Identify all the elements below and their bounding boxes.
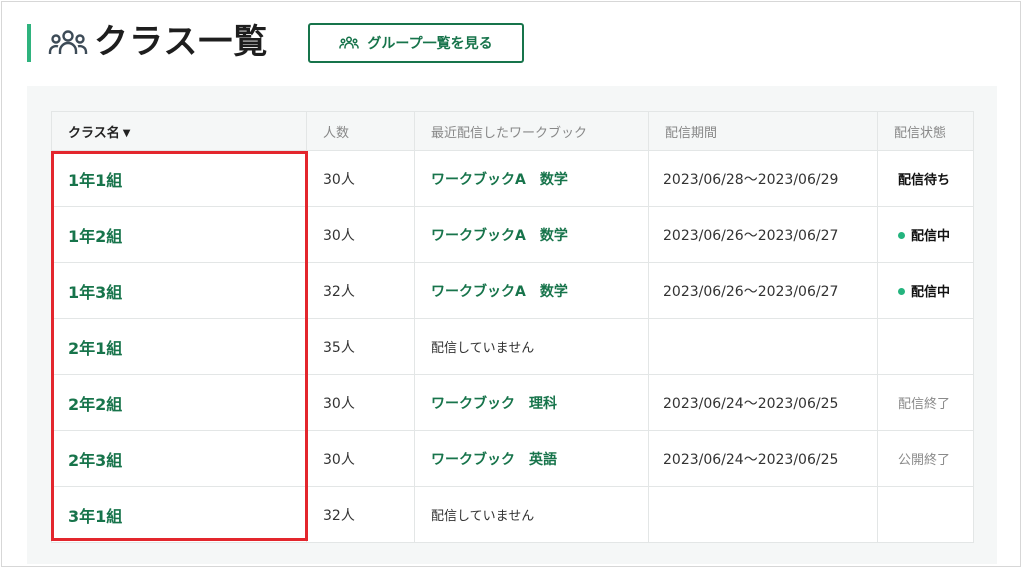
student-count: 30人	[306, 430, 415, 487]
student-count: 32人	[306, 262, 415, 319]
workbook-none-text: 配信していません	[414, 486, 649, 543]
class-name-link[interactable]: 2年3組	[51, 430, 307, 487]
class-name-link[interactable]: 1年2組	[51, 206, 307, 263]
delivery-period	[648, 318, 878, 375]
workbook-link[interactable]: ワークブックA 数学	[414, 206, 649, 263]
workbook-link[interactable]: ワークブックA 数学	[414, 150, 649, 207]
column-header-status: 配信状態	[877, 111, 974, 151]
green-dot-icon	[898, 232, 905, 239]
delivery-period	[648, 486, 878, 543]
class-table: クラス名 ▼ 人数 最近配信したワークブック 配信期間 配信状態 1年1組 30人…	[51, 111, 974, 543]
delivery-period: 2023/06/28〜2023/06/29	[648, 150, 878, 207]
table-row: 2年1組 35人 配信していません	[51, 318, 974, 375]
workbook-link[interactable]: ワークブック 英語	[414, 430, 649, 487]
people-group-icon	[339, 36, 360, 49]
table-row: 2年3組 30人 ワークブック 英語 2023/06/24〜2023/06/25…	[51, 430, 974, 487]
delivery-period: 2023/06/24〜2023/06/25	[648, 430, 878, 487]
delivery-period: 2023/06/24〜2023/06/25	[648, 374, 878, 431]
class-name-link[interactable]: 3年1組	[51, 486, 307, 543]
student-count: 30人	[306, 374, 415, 431]
class-name-link[interactable]: 2年2組	[51, 374, 307, 431]
column-header-class-name[interactable]: クラス名 ▼	[51, 111, 307, 151]
status-badge: 公開終了	[877, 430, 974, 487]
status-badge: 配信中	[877, 206, 974, 263]
table-row: 1年1組 30人 ワークブックA 数学 2023/06/28〜2023/06/2…	[51, 150, 974, 207]
student-count: 30人	[306, 206, 415, 263]
column-header-period: 配信期間	[648, 111, 878, 151]
group-list-button[interactable]: グループ一覧を見る	[308, 23, 524, 63]
table-row: 1年3組 32人 ワークブックA 数学 2023/06/26〜2023/06/2…	[51, 262, 974, 319]
status-badge: 配信中	[877, 262, 974, 319]
workbook-none-text: 配信していません	[414, 318, 649, 375]
student-count: 35人	[306, 318, 415, 375]
green-dot-icon	[898, 288, 905, 295]
delivery-period: 2023/06/26〜2023/06/27	[648, 262, 878, 319]
class-name-link[interactable]: 2年1組	[51, 318, 307, 375]
table-row: 3年1組 32人 配信していません	[51, 486, 974, 543]
column-header-workbook: 最近配信したワークブック	[414, 111, 649, 151]
student-count: 30人	[306, 150, 415, 207]
delivery-period: 2023/06/26〜2023/06/27	[648, 206, 878, 263]
status-badge	[877, 486, 974, 543]
group-list-button-label: グループ一覧を見る	[367, 36, 493, 52]
page-title: クラス一覧	[94, 22, 269, 62]
workbook-link[interactable]: ワークブックA 数学	[414, 262, 649, 319]
student-count: 32人	[306, 486, 415, 543]
people-group-icon	[48, 30, 88, 54]
table-row: 2年2組 30人 ワークブック 理科 2023/06/24〜2023/06/25…	[51, 374, 974, 431]
class-name-link[interactable]: 1年1組	[51, 150, 307, 207]
caret-down-icon: ▼	[122, 127, 131, 139]
table-row: 1年2組 30人 ワークブックA 数学 2023/06/26〜2023/06/2…	[51, 206, 974, 263]
title-accent-bar	[27, 24, 31, 62]
status-badge	[877, 318, 974, 375]
column-header-count: 人数	[306, 111, 415, 151]
workbook-link[interactable]: ワークブック 理科	[414, 374, 649, 431]
status-badge: 配信終了	[877, 374, 974, 431]
class-name-link[interactable]: 1年3組	[51, 262, 307, 319]
table-header-row: クラス名 ▼ 人数 最近配信したワークブック 配信期間 配信状態	[51, 111, 974, 151]
status-badge: 配信待ち	[877, 150, 974, 207]
